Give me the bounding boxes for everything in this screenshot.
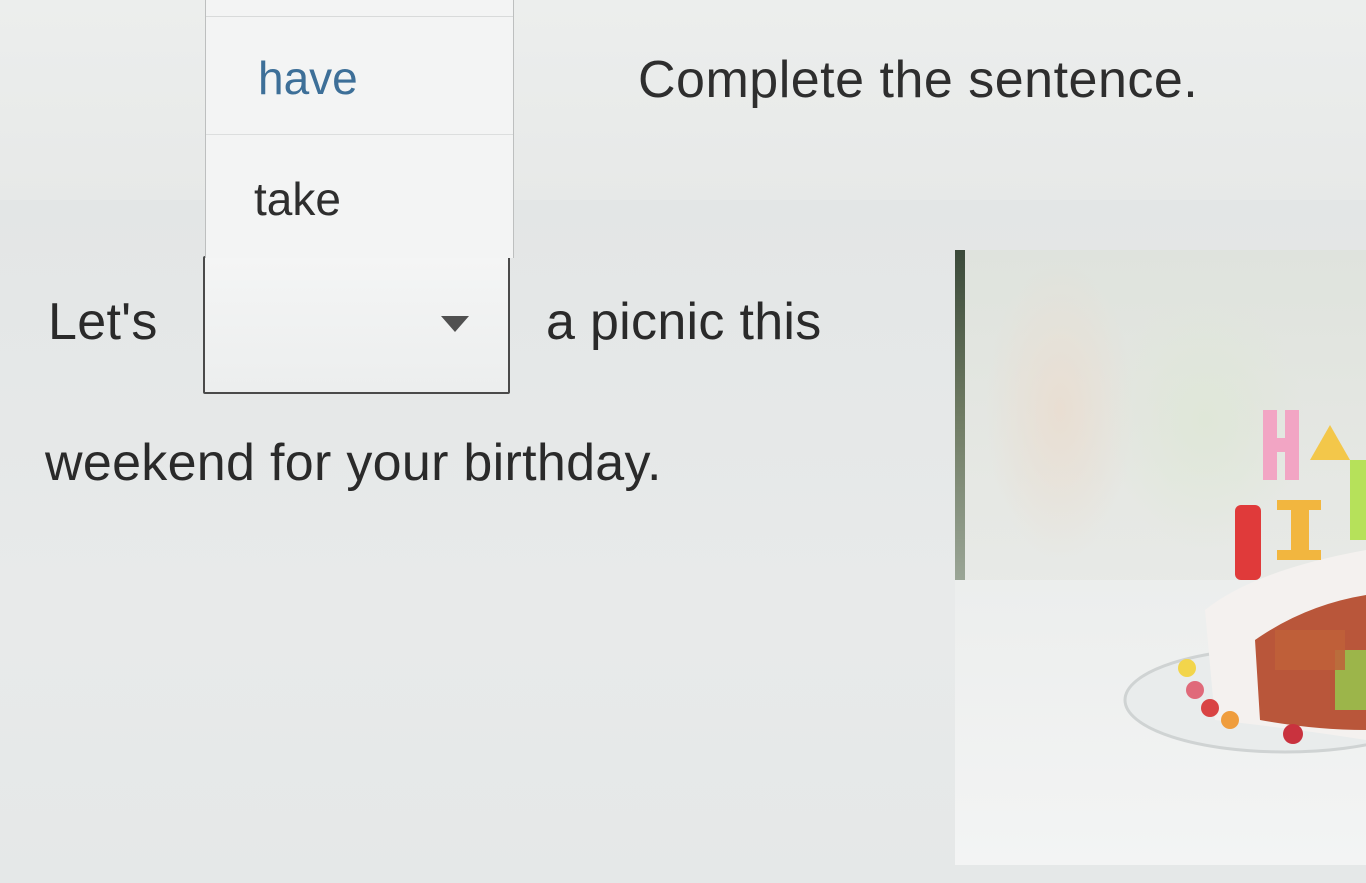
birthday-cake-image bbox=[955, 250, 1366, 865]
option-label: have bbox=[258, 52, 358, 104]
caret-down-icon bbox=[441, 316, 469, 332]
answer-dropdown[interactable] bbox=[203, 256, 510, 394]
candle-letter-b bbox=[1235, 505, 1261, 580]
candy bbox=[1283, 724, 1303, 744]
candle-letter-a bbox=[1310, 425, 1350, 460]
candle-letter-i bbox=[1277, 500, 1321, 560]
candy bbox=[1186, 681, 1204, 699]
candy bbox=[1221, 711, 1239, 729]
dropdown-option-take[interactable]: take bbox=[206, 136, 513, 254]
candy bbox=[1178, 659, 1196, 677]
dropdown-option-have[interactable]: have bbox=[206, 17, 513, 135]
candle-letter-green bbox=[1350, 460, 1366, 540]
sentence-after: a picnic this bbox=[546, 293, 822, 351]
instruction-text: Complete the sentence. bbox=[638, 51, 1199, 109]
candle-letter-h bbox=[1263, 410, 1299, 480]
cake-illustration bbox=[1123, 410, 1366, 754]
sentence-line2: weekend for your birthday. bbox=[45, 434, 662, 492]
candy bbox=[1201, 699, 1219, 717]
sentence-before: Let's bbox=[48, 293, 158, 351]
cake-layer-red bbox=[1275, 630, 1345, 670]
option-label: take bbox=[254, 173, 341, 225]
dropdown-menu: have take bbox=[205, 0, 514, 258]
